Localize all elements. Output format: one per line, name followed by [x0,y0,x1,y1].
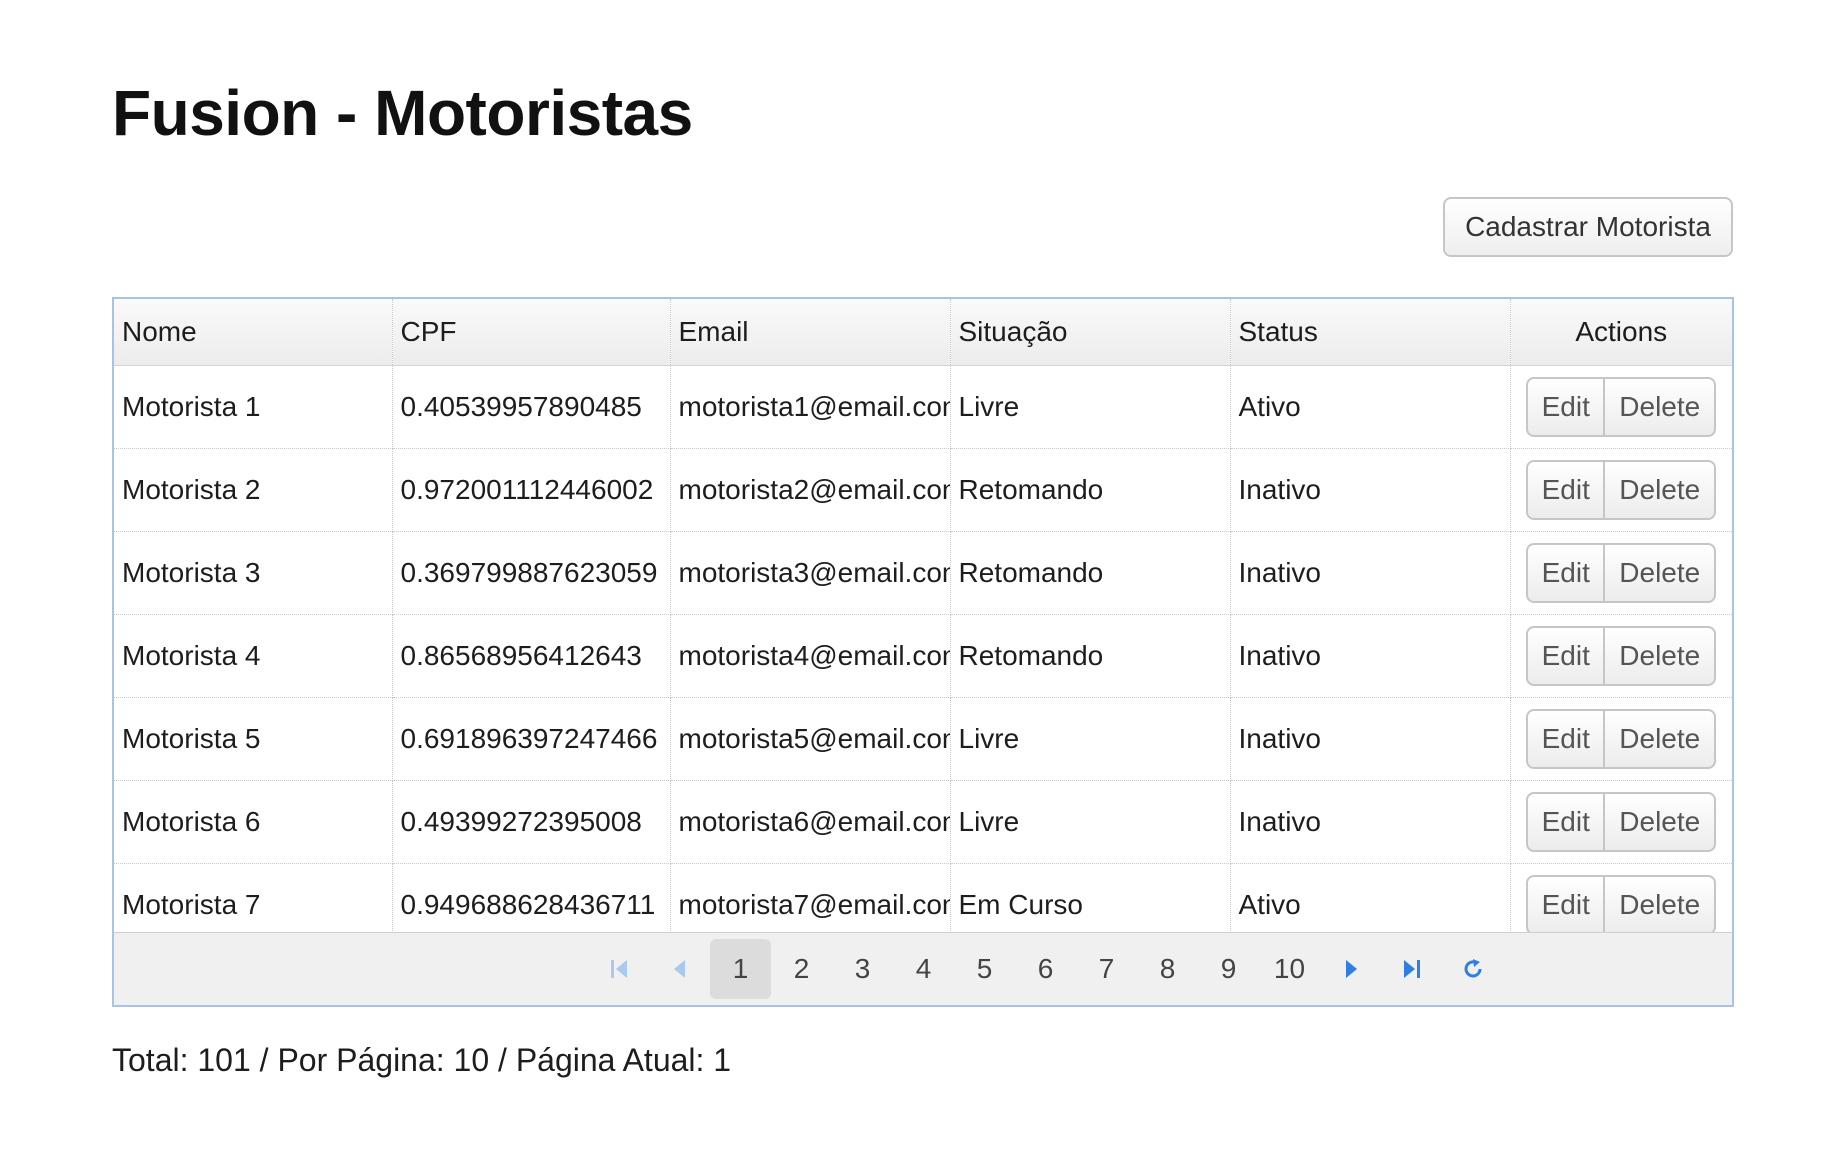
cell-actions: Edit Delete [1510,531,1732,615]
row-action-group: Edit Delete [1526,708,1717,769]
cell-cpf: 0.369799887623059 [392,531,671,615]
cell-actions: Edit Delete [1510,365,1732,449]
row-action-group: Edit Delete [1526,459,1717,520]
delete-button[interactable]: Delete [1604,708,1717,769]
page-title: Fusion - Motoristas [112,77,693,149]
pagination-bar: 1 2 3 4 5 6 7 8 9 10 [114,932,1732,1005]
delete-button[interactable]: Delete [1604,542,1717,603]
column-header-status[interactable]: Status [1230,299,1511,366]
edit-button[interactable]: Edit [1526,459,1605,520]
cell-cpf: 0.972001112446002 [392,448,671,532]
edit-button[interactable]: Edit [1526,874,1605,935]
cell-nome: Motorista 5 [114,697,393,781]
cell-cpf: 0.49399272395008 [392,780,671,864]
page-number-button[interactable]: 3 [832,939,893,999]
cell-status: Inativo [1230,697,1511,781]
edit-button[interactable]: Edit [1526,376,1605,437]
delete-button[interactable]: Delete [1604,376,1717,437]
page-number-button[interactable]: 1 [710,939,771,999]
refresh-icon[interactable] [1442,939,1503,999]
table-row[interactable]: Motorista 2 0.972001112446002 motorista2@e… [114,448,1732,532]
edit-button[interactable]: Edit [1526,625,1605,686]
cell-situacao: Livre [950,780,1231,864]
table-header-row: Nome CPF Email Situação Status Actions [114,299,1732,366]
page-number-button[interactable]: 4 [893,939,954,999]
column-header-actions: Actions [1510,299,1732,366]
row-action-group: Edit Delete [1526,791,1717,852]
table-row[interactable]: Motorista 3 0.369799887623059 motorista3@e… [114,531,1732,615]
last-page-icon[interactable] [1381,939,1442,999]
edit-button[interactable]: Edit [1526,542,1605,603]
cell-cpf: 0.691896397247466 [392,697,671,781]
cell-nome: Motorista 1 [114,365,393,449]
prev-page-icon[interactable] [649,939,710,999]
delete-button[interactable]: Delete [1604,625,1717,686]
cell-cpf: 0.40539957890485 [392,365,671,449]
delete-button[interactable]: Delete [1604,459,1717,520]
row-action-group: Edit Delete [1526,625,1717,686]
cell-cpf: 0.86568956412643 [392,614,671,698]
column-header-situacao[interactable]: Situação [950,299,1231,366]
cell-email: motorista2@email.com [670,448,951,532]
cell-email: motorista4@email.com [670,614,951,698]
next-page-icon[interactable] [1320,939,1381,999]
page-numbers: 1 2 3 4 5 6 7 8 9 10 [710,939,1320,999]
first-page-icon[interactable] [588,939,649,999]
cell-status: Inativo [1230,531,1511,615]
page-number-button[interactable]: 9 [1198,939,1259,999]
cell-actions: Edit Delete [1510,780,1732,864]
table-body: Motorista 1 0.40539957890485 motorista1@em… [114,365,1732,947]
drivers-grid: Nome CPF Email Situação Status Actions M… [112,297,1734,1007]
table-row[interactable]: Motorista 4 0.86568956412643 motorista4@em… [114,614,1732,698]
table-row[interactable]: Motorista 5 0.691896397247466 motorista5@e… [114,697,1732,781]
page-number-button[interactable]: 10 [1259,939,1320,999]
page-number-button[interactable]: 5 [954,939,1015,999]
column-header-cpf[interactable]: CPF [392,299,671,366]
cell-situacao: Retomando [950,448,1231,532]
cell-status: Inativo [1230,614,1511,698]
cell-situacao: Livre [950,365,1231,449]
edit-button[interactable]: Edit [1526,708,1605,769]
cell-email: motorista3@email.com [670,531,951,615]
cell-situacao: Retomando [950,531,1231,615]
page-number-button[interactable]: 7 [1076,939,1137,999]
page-number-button[interactable]: 8 [1137,939,1198,999]
row-action-group: Edit Delete [1526,542,1717,603]
cell-actions: Edit Delete [1510,614,1732,698]
row-action-group: Edit Delete [1526,376,1717,437]
cell-actions: Edit Delete [1510,697,1732,781]
edit-button[interactable]: Edit [1526,791,1605,852]
cell-nome: Motorista 3 [114,531,393,615]
cell-status: Ativo [1230,365,1511,449]
pagination-controls: 1 2 3 4 5 6 7 8 9 10 [588,939,1503,999]
delete-button[interactable]: Delete [1604,874,1717,935]
cell-situacao: Livre [950,697,1231,781]
cell-actions: Edit Delete [1510,448,1732,532]
cell-nome: Motorista 6 [114,780,393,864]
column-header-nome[interactable]: Nome [114,299,393,366]
cell-nome: Motorista 4 [114,614,393,698]
row-action-group: Edit Delete [1526,874,1717,935]
add-driver-button[interactable]: Cadastrar Motorista [1443,197,1733,257]
table-row[interactable]: Motorista 6 0.49399272395008 motorista6@em… [114,780,1732,864]
page-number-button[interactable]: 6 [1015,939,1076,999]
cell-email: motorista6@email.com [670,780,951,864]
cell-nome: Motorista 2 [114,448,393,532]
cell-status: Inativo [1230,448,1511,532]
table-row[interactable]: Motorista 1 0.40539957890485 motorista1@em… [114,365,1732,449]
cell-status: Inativo [1230,780,1511,864]
column-header-email[interactable]: Email [670,299,951,366]
page-number-button[interactable]: 2 [771,939,832,999]
cell-email: motorista5@email.com [670,697,951,781]
cell-email: motorista1@email.com [670,365,951,449]
cell-situacao: Retomando [950,614,1231,698]
delete-button[interactable]: Delete [1604,791,1717,852]
page: Fusion - Motoristas Cadastrar Motorista … [0,0,1834,1174]
pagination-summary: Total: 101 / Por Página: 10 / Página Atu… [112,1042,732,1078]
drivers-table: Nome CPF Email Situação Status Actions M… [114,299,1732,947]
